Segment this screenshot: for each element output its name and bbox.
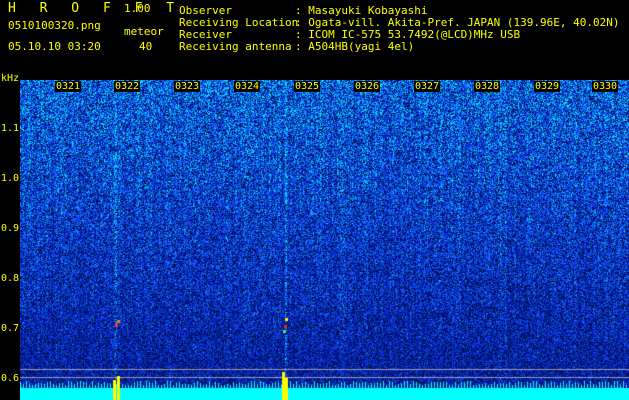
x-tick-label: 0330 [592, 81, 619, 92]
header-panel: H R O F F T 1.00 0510100320.png meteor 0… [0, 0, 629, 80]
meteor-count: 40 [139, 40, 153, 53]
x-tick-label: 0322 [114, 81, 141, 92]
info-label: Receiving Location [179, 16, 299, 29]
y-tick-label: 0.9 [1, 223, 20, 234]
y-tick-label: 0.8 [1, 273, 20, 284]
x-tick-label: 0328 [474, 81, 501, 92]
info-label: Receiving antenna [179, 40, 292, 53]
spectrogram-plot[interactable] [20, 80, 629, 400]
spectrogram-canvas[interactable] [20, 80, 629, 400]
x-tick-label: 0325 [294, 81, 321, 92]
y-tick-label: 0.6 [1, 373, 20, 384]
info-antenna: Receiving antenna: A504HB(yagi 4el) [179, 41, 414, 52]
app-version: 1.00 [124, 2, 151, 15]
info-label: Receiver [179, 28, 232, 41]
x-tick-label: 0329 [534, 81, 561, 92]
y-tick-label: 1.1 [1, 123, 20, 134]
x-tick-label: 0327 [414, 81, 441, 92]
info-value: : A504HB(yagi 4el) [295, 40, 415, 53]
image-filename: 0510100320.png [8, 19, 101, 32]
app-title: H R O F F T [8, 1, 183, 16]
timestamp: 05.10.10 03:20 [8, 40, 101, 53]
y-tick-label: 1.0 [1, 173, 20, 184]
x-tick-label: 0324 [234, 81, 261, 92]
info-observer: Observer: Masayuki Kobayashi [179, 5, 427, 16]
meteor-label: meteor [124, 25, 164, 38]
x-tick-label: 0323 [174, 81, 201, 92]
info-label: Observer [179, 4, 232, 17]
y-axis-unit: kHz [1, 73, 20, 84]
info-receiver: Receiver: ICOM IC-575 53.7492(@LCD)MHz U… [179, 29, 520, 40]
x-tick-label: 0326 [354, 81, 381, 92]
info-location: Receiving Location: Ogata-vill. Akita-Pr… [179, 17, 620, 28]
x-tick-label: 0321 [55, 81, 82, 92]
y-tick-label: 0.7 [1, 323, 20, 334]
